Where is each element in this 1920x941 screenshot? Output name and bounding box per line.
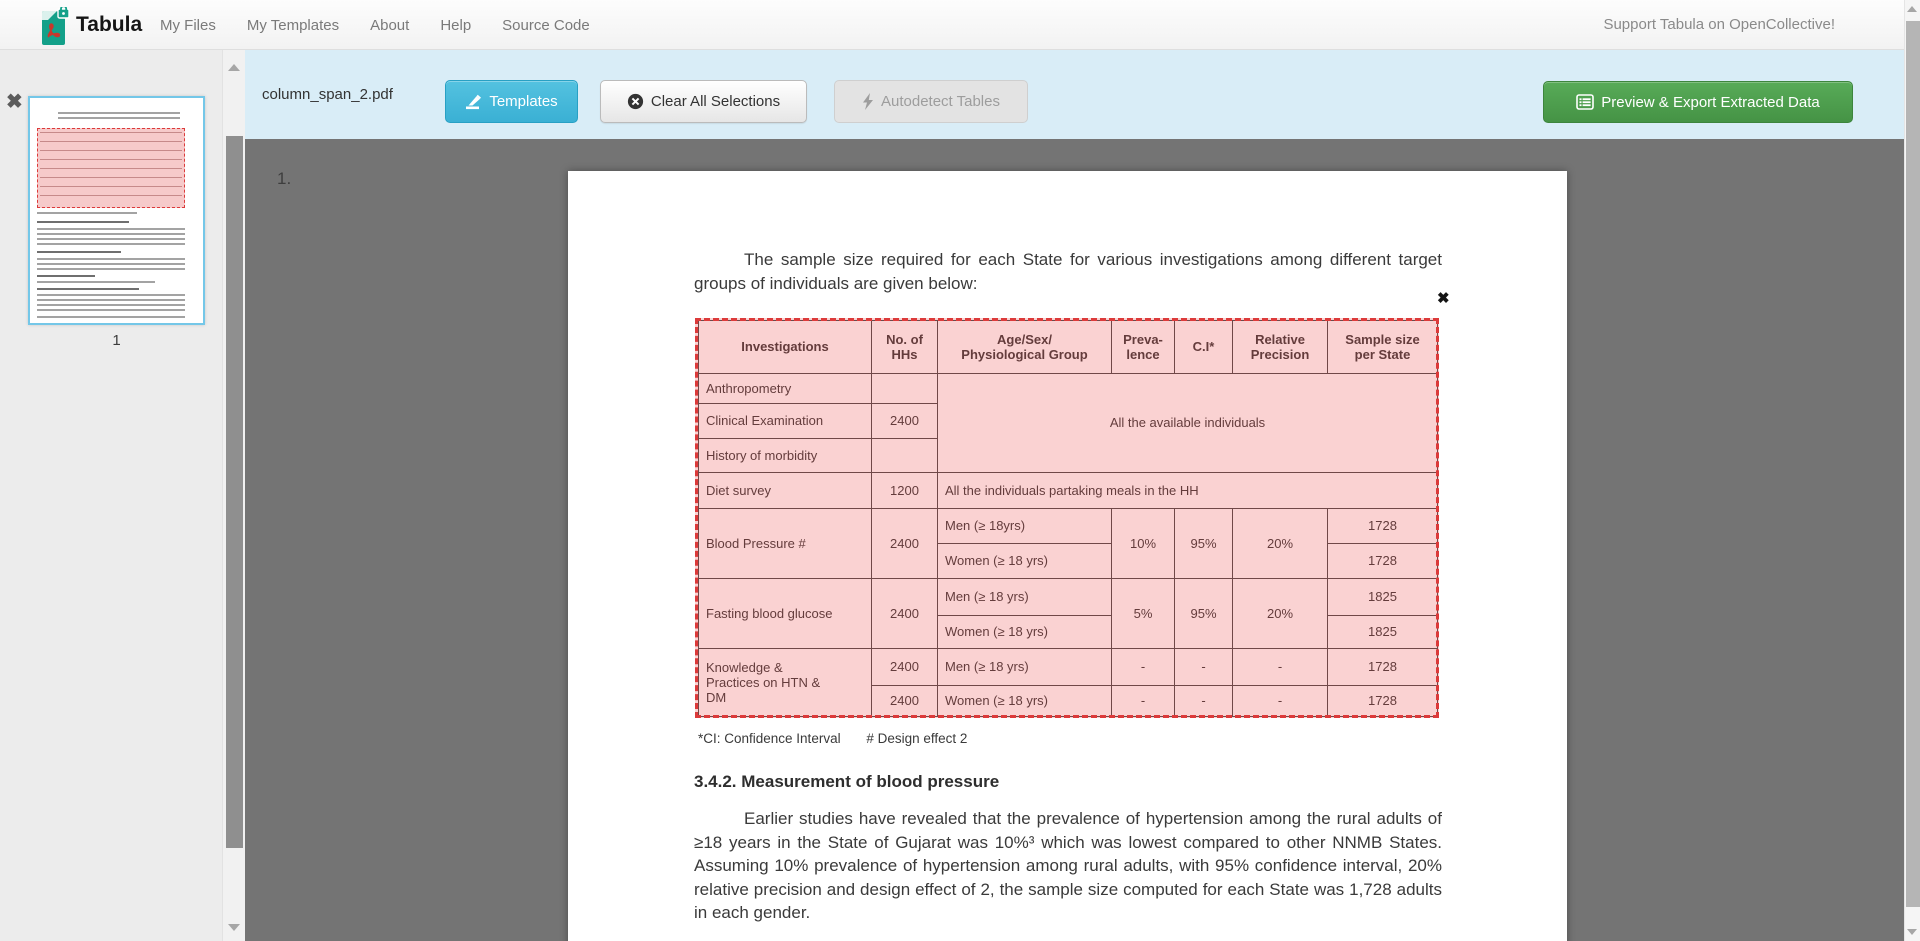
body-paragraph: Earlier studies have revealed that the p… xyxy=(694,807,1442,925)
clear-button-label: Clear All Selections xyxy=(651,93,780,110)
templates-stamp-icon xyxy=(465,94,482,110)
thumbnail-text-block xyxy=(37,228,185,247)
remove-circle-icon xyxy=(627,93,644,110)
window-scrollbar[interactable] xyxy=(1904,0,1920,941)
thumbnail-selection-box xyxy=(37,128,185,208)
thumbnail-text-block xyxy=(37,212,137,215)
footnote-design-effect: # Design effect 2 xyxy=(866,731,967,746)
selection-close-x-icon[interactable]: ✖ xyxy=(1437,291,1450,306)
thumbnail-table-lines xyxy=(40,132,182,204)
thumbnail-sidebar: ✖ 1 xyxy=(0,50,245,941)
toolbar: column_span_2.pdf Templates Clear All Se… xyxy=(245,50,1904,139)
table-footnote: *CI: Confidence Interval # Design effect… xyxy=(698,731,967,746)
thumbnail-text-block xyxy=(37,294,185,312)
thumbnail-text-block xyxy=(37,316,185,319)
thumbnail-text-block xyxy=(37,288,139,291)
nav-item-source-code[interactable]: Source Code xyxy=(502,17,590,34)
nav-menu: My Files My Templates About Help Source … xyxy=(160,0,590,50)
thumbnail-text-block xyxy=(37,275,95,278)
scroll-up-arrow-icon[interactable] xyxy=(1907,6,1917,12)
thumbnail-text-block xyxy=(58,112,180,120)
tabula-pdf-lock-logo-icon xyxy=(38,7,70,45)
window-scrollbar-thumb[interactable] xyxy=(1906,21,1920,907)
templates-button-label: Templates xyxy=(489,93,557,110)
clear-all-selections-button[interactable]: Clear All Selections xyxy=(600,80,807,123)
list-alt-icon xyxy=(1576,94,1594,110)
thumbnail-text-block xyxy=(37,221,129,224)
nav-item-my-files[interactable]: My Files xyxy=(160,17,216,34)
sidebar-scrollbar[interactable] xyxy=(222,50,245,941)
footnote-ci: *CI: Confidence Interval xyxy=(698,731,841,746)
autodetect-tables-button[interactable]: Autodetect Tables xyxy=(834,80,1028,123)
thumbnail-text-block xyxy=(37,251,121,254)
navbar: Tabula My Files My Templates About Help … xyxy=(0,0,1920,50)
lightning-bolt-icon xyxy=(862,93,874,110)
sidebar-scrollbar-thumb[interactable] xyxy=(226,136,243,848)
selection-overlay[interactable] xyxy=(695,318,1439,718)
file-name: column_span_2.pdf xyxy=(262,50,393,139)
thumbnail-text-block xyxy=(37,258,185,272)
nav-item-help[interactable]: Help xyxy=(440,17,471,34)
pdf-page[interactable]: The sample size required for each State … xyxy=(568,171,1567,941)
scroll-up-arrow-icon[interactable] xyxy=(228,64,240,71)
autodetect-button-label: Autodetect Tables xyxy=(881,93,1000,110)
nav-item-about[interactable]: About xyxy=(370,17,409,34)
support-opencollective-link[interactable]: Support Tabula on OpenCollective! xyxy=(1603,0,1835,50)
scroll-down-arrow-icon[interactable] xyxy=(228,924,240,931)
brand-title: Tabula xyxy=(76,0,142,50)
thumbnail-text-block xyxy=(37,281,155,285)
export-button-label: Preview & Export Extracted Data xyxy=(1601,94,1819,111)
pdf-canvas: 1. The sample size required for each Sta… xyxy=(245,139,1904,941)
nav-item-my-templates[interactable]: My Templates xyxy=(247,17,339,34)
section-heading: 3.4.2. Measurement of blood pressure xyxy=(694,772,999,792)
remove-page-x-icon[interactable]: ✖ xyxy=(6,92,23,112)
intro-paragraph: The sample size required for each State … xyxy=(694,248,1442,296)
scroll-down-arrow-icon[interactable] xyxy=(1907,929,1917,935)
page-number-label: 1 xyxy=(28,332,205,349)
templates-button[interactable]: Templates xyxy=(445,80,578,123)
page-thumbnail[interactable] xyxy=(28,96,205,325)
page-order-label: 1. xyxy=(277,169,291,189)
preview-export-button[interactable]: Preview & Export Extracted Data xyxy=(1543,81,1853,123)
tabula-app: Tabula My Files My Templates About Help … xyxy=(0,0,1920,941)
